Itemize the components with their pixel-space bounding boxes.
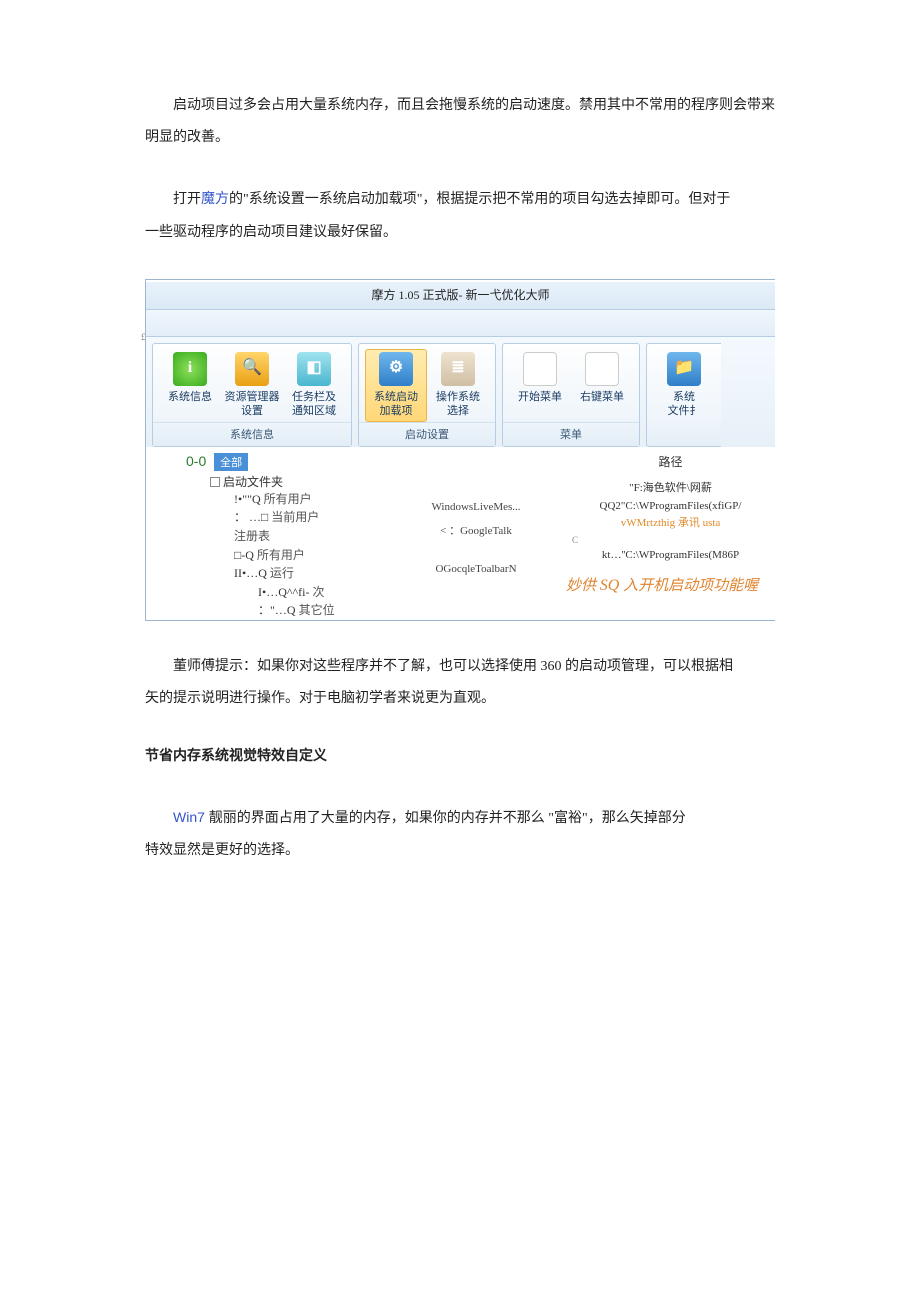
feature-footnote: 妙供 SQ 入开机启动项功能喔 <box>566 565 775 609</box>
mofang-link[interactable]: 魔方 <box>201 192 229 207</box>
blue-icon: ⚙ <box>379 352 413 386</box>
tree-node[interactable]: !•""Q 所有用户 <box>186 490 386 509</box>
tree-node[interactable]: ："…Q 其它位 <box>186 601 386 620</box>
ribbon-group-label: 系统信息 <box>153 422 351 446</box>
tree-node[interactable]: II•…Q 运行 <box>186 564 386 583</box>
ribbon-tool[interactable]: ≣ 操作系统选择 <box>427 350 489 422</box>
ribbon-tool-label: 资源管理器设置 <box>223 390 281 419</box>
ribbon: i系统信息🔍资源管理器设置◧任务栏及通知区域系统信息⚙系统启动加载项≣操作系统选… <box>146 337 775 447</box>
ribbon-group: 📁 系统文件扌 <box>646 343 721 447</box>
ribbon-tool[interactable]: 右键菜单 <box>571 350 633 422</box>
ribbon-tool-label: 操作系统选择 <box>429 390 487 419</box>
orange-icon: 🔍 <box>235 352 269 386</box>
app-titlebar: 摩方 1.05 正式版- 新一弋优化大师 <box>146 282 775 309</box>
program-column: WindowsLiveMes... < ：GoogleTalk OGocqleT… <box>386 453 566 620</box>
ribbon-tool[interactable]: ⚙ 系统启动加载项 <box>365 349 427 422</box>
tree-node[interactable]: ： …□ 当前用户 <box>186 508 386 527</box>
tree-node[interactable]: 注册表 <box>186 527 386 546</box>
tree-node[interactable]: □-Q 所有用户 <box>186 546 386 565</box>
ribbon-tool-label: 系统启动加载项 <box>368 390 424 419</box>
app-subbar: £ <box>146 309 775 337</box>
app-window: 摩方 1.05 正式版- 新一弋优化大师 £ i 系统信息 🔍 资源管理器设置 ◧ 任务栏… <box>145 279 775 621</box>
section2-paragraph-cont: 特效显然是更好的选择。 <box>145 835 775 867</box>
tree-column: 0-0 全部 启动文件夹 !•""Q 所有用户： …□ 当前用户 注册表□-Q … <box>186 453 386 620</box>
tree-node[interactable]: I•…Q^^fi- 次 <box>186 583 386 602</box>
ribbon-group: 开始菜单右键菜单菜单 <box>502 343 640 447</box>
ribbon-group-label: 菜单 <box>503 422 639 446</box>
intro-paragraph-2-cont: 一些驱动程序的启动项目建议最好保留。 <box>145 217 775 249</box>
ribbon-tool[interactable]: 开始菜单 <box>509 350 571 422</box>
blue-icon: 📁 <box>667 352 701 386</box>
greige-icon: ≣ <box>441 352 475 386</box>
tip-paragraph-cont: 矢的提示说明进行操作。对于电脑初学者来说更为直观。 <box>145 683 775 715</box>
mix-icon <box>585 352 619 386</box>
ribbon-group: ⚙ 系统启动加载项 ≣ 操作系统选择启动设置 <box>358 343 496 447</box>
flag-icon <box>523 352 557 386</box>
path-column: 路径 "F:海色软件\网薪 QQ2"C:\WProgramFiles(xfiGP… <box>566 453 775 620</box>
ribbon-tool[interactable]: 🔍 资源管理器设置 <box>221 350 283 422</box>
section2-paragraph: Win7 靓丽的界面占用了大量的内存，如果你的内存并不那么 "富裕"，那么矢掉部… <box>145 801 775 835</box>
ribbon-tool-label: 系统信息 <box>161 390 219 404</box>
ribbon-tool-label: 右键菜单 <box>573 390 631 404</box>
ribbon-tool-label: 开始菜单 <box>511 390 569 404</box>
ribbon-tool-label: 系统文件扌 <box>655 390 713 419</box>
ribbon-tool[interactable]: ◧ 任务栏及通知区域 <box>283 350 345 422</box>
section-heading-visual-effects: 节省内存系统视觉特效自定义 <box>145 745 775 765</box>
green-icon: i <box>173 352 207 386</box>
ribbon-group: i系统信息🔍资源管理器设置◧任务栏及通知区域系统信息 <box>152 343 352 447</box>
tree-node-startup-folder[interactable]: 启动文件夹 <box>186 473 386 490</box>
aqua-icon: ◧ <box>297 352 331 386</box>
tip-paragraph: 董师傅提示：如果你对这些程序并不了解，也可以选择使用 360 的启动项管理，可以… <box>145 651 775 683</box>
intro-paragraph-1: 启动项目过多会占用大量系统内存，而且会拖慢系统的启动速度。禁用其中不常用的程序则… <box>145 90 775 154</box>
ribbon-tool[interactable]: i 系统信息 <box>159 350 221 422</box>
win7-label: Win7 <box>173 809 209 825</box>
ribbon-tool-label: 任务栏及通知区域 <box>285 390 343 419</box>
ribbon-tool[interactable]: 📁 系统文件扌 <box>653 350 715 446</box>
ribbon-group-label: 启动设置 <box>359 422 495 446</box>
intro-paragraph-2: 打开魔方的"系统设置一系统启动加载项"，根据提示把不常用的项目勾选去掉即可。但对… <box>145 184 775 216</box>
filter-all-pill[interactable]: 全部 <box>214 453 248 471</box>
